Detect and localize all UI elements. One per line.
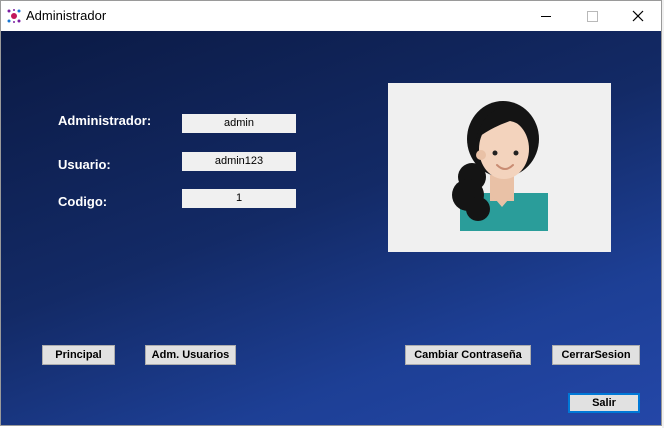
title-bar[interactable]: Administrador	[1, 1, 661, 31]
user-label: Usuario:	[58, 157, 111, 172]
code-field[interactable]	[182, 189, 296, 208]
adm-usuarios-button[interactable]: Adm. Usuarios	[145, 345, 236, 365]
user-field[interactable]	[182, 152, 296, 171]
exit-button[interactable]: Salir	[568, 393, 640, 413]
app-icon	[7, 9, 21, 23]
profile-picture	[388, 83, 611, 252]
form-client-area: Administrador: Usuario: Codigo:	[1, 31, 661, 425]
close-button[interactable]	[615, 1, 661, 31]
maximize-icon	[586, 10, 598, 22]
window-title: Administrador	[26, 8, 107, 23]
minimize-button[interactable]	[523, 1, 569, 31]
admin-field[interactable]	[182, 114, 296, 133]
code-label: Codigo:	[58, 194, 108, 209]
close-icon	[632, 10, 644, 22]
logout-button[interactable]: CerrarSesion	[552, 345, 640, 365]
minimize-icon	[541, 15, 551, 17]
principal-button[interactable]: Principal	[42, 345, 115, 365]
avatar	[452, 101, 548, 231]
maximize-button[interactable]	[569, 1, 615, 31]
admin-window: Administrador Administrador: Usuario: Co…	[0, 0, 662, 426]
change-password-button[interactable]: Cambiar Contraseña	[405, 345, 531, 365]
admin-label: Administrador:	[58, 113, 152, 128]
